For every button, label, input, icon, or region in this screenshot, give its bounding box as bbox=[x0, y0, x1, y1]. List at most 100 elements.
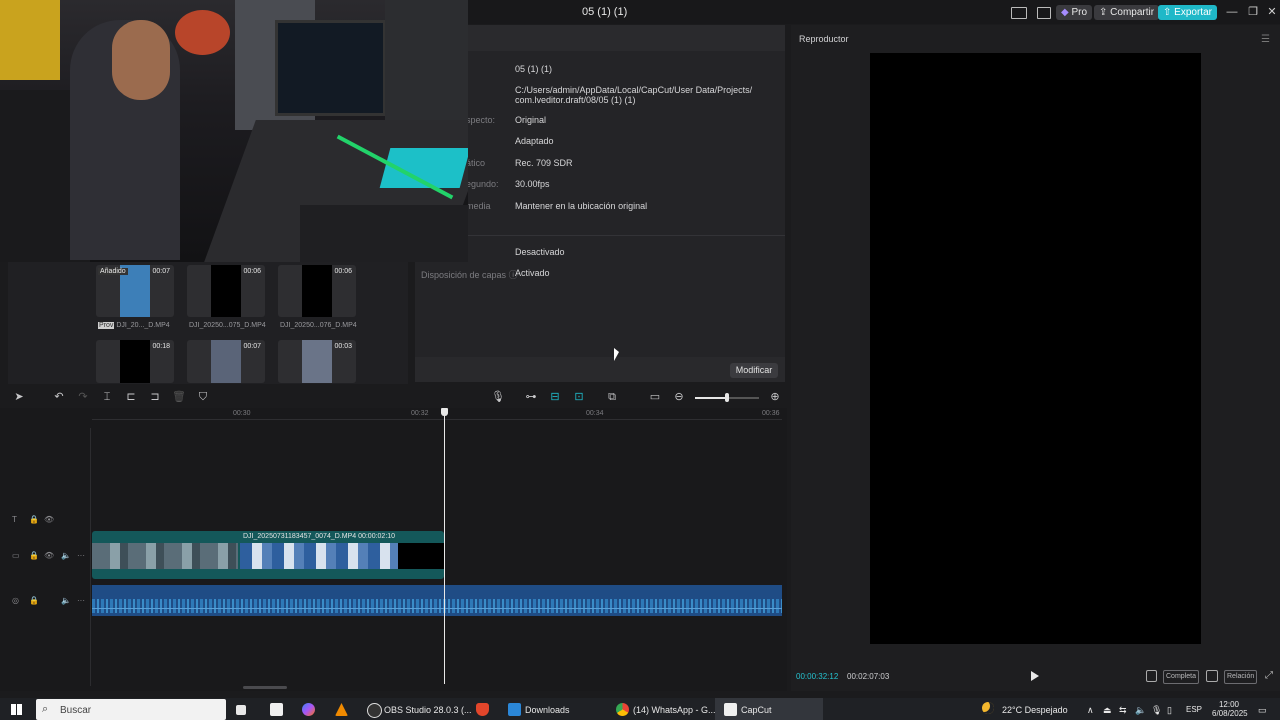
share-button[interactable]: ⇪ Compartir bbox=[1094, 5, 1160, 20]
chrome-icon[interactable] bbox=[616, 703, 629, 716]
minimize-button[interactable]: — bbox=[1224, 4, 1240, 20]
clock[interactable]: 12:00 6/08/2025 bbox=[1212, 700, 1248, 718]
trim-right-icon[interactable]: ⊐ bbox=[148, 390, 162, 404]
download-icon[interactable] bbox=[508, 703, 521, 716]
split-icon[interactable]: ⌶ bbox=[100, 390, 114, 404]
audio-track-icon: ◎ bbox=[12, 596, 19, 605]
chevron-up-icon[interactable]: ∧ bbox=[1087, 705, 1094, 716]
detail-path-1: C:/Users/admin/AppData/Local/CapCut/User… bbox=[515, 85, 753, 95]
thumb-preview bbox=[211, 265, 241, 317]
network-icon[interactable]: ⇆ bbox=[1119, 705, 1127, 716]
edit-frame-icon[interactable] bbox=[1146, 670, 1157, 682]
task-view-icon[interactable] bbox=[236, 705, 246, 715]
copilot-icon[interactable] bbox=[302, 703, 315, 716]
zoom-out-icon[interactable]: ⊖ bbox=[672, 390, 686, 404]
export-button[interactable]: ⇧ Exportar bbox=[1158, 5, 1217, 20]
layout-icon[interactable] bbox=[1011, 7, 1027, 19]
tick-label: 00:32 bbox=[411, 410, 429, 417]
clip-frames-3 bbox=[398, 543, 444, 569]
taskbar-app-obs[interactable]: OBS Studio 28.0.3 (... bbox=[384, 705, 472, 715]
brave-icon[interactable] bbox=[476, 703, 489, 716]
tick-label: 00:36 bbox=[762, 410, 780, 417]
audio-waveform[interactable] bbox=[92, 585, 782, 616]
eye-icon[interactable]: 👁 bbox=[44, 551, 54, 560]
lock-icon[interactable]: 🔒 bbox=[29, 515, 39, 524]
battery-icon[interactable]: ▯ bbox=[1167, 705, 1172, 716]
restore-button[interactable]: ❐ bbox=[1245, 4, 1261, 20]
taskbar-app-whatsapp[interactable]: (14) WhatsApp - G... bbox=[633, 705, 716, 715]
undo-icon[interactable]: ↶ bbox=[52, 390, 66, 404]
close-button[interactable]: ✕ bbox=[1264, 4, 1280, 20]
detail-color-space: Rec. 709 SDR bbox=[515, 158, 573, 168]
obs-icon[interactable] bbox=[367, 703, 382, 718]
menu-icon[interactable]: ☰ bbox=[1261, 34, 1270, 45]
clip-frames-2 bbox=[240, 543, 398, 569]
media-name-1: Prov DJI_20..._D.MP4 bbox=[98, 322, 170, 329]
proxy-tag: Prov bbox=[98, 322, 115, 329]
playhead-handle[interactable] bbox=[441, 408, 448, 416]
media-thumb-4[interactable]: 00:18 bbox=[96, 340, 174, 383]
select-arrow-icon[interactable]: ➤ bbox=[12, 390, 26, 404]
windows-start-icon[interactable] bbox=[11, 704, 22, 715]
media-thumb-2[interactable]: 00:06 bbox=[187, 265, 265, 317]
fullscreen-icon[interactable]: ⤢ bbox=[1265, 670, 1273, 681]
pro-button[interactable]: ◆ Pro bbox=[1056, 5, 1093, 20]
zoom-frame-icon[interactable] bbox=[1206, 670, 1218, 682]
media-thumb-3[interactable]: 00:06 bbox=[278, 265, 356, 317]
playhead[interactable] bbox=[444, 409, 445, 684]
detail-label-aspect: specto: bbox=[466, 115, 496, 125]
webcam-overlay bbox=[0, 0, 468, 262]
shortcut-icon[interactable] bbox=[1037, 7, 1051, 19]
taskbar-app-capcut[interactable]: CapCut bbox=[741, 705, 772, 715]
redo-icon[interactable]: ↷ bbox=[76, 390, 90, 404]
thumb-preview bbox=[211, 340, 241, 383]
share-label: Compartir bbox=[1110, 7, 1155, 18]
timeline-toolbar bbox=[0, 386, 787, 408]
thumb-preview bbox=[302, 265, 332, 317]
delete-icon[interactable]: 🗑 bbox=[172, 390, 186, 404]
project-title: 05 (1) (1) bbox=[582, 6, 628, 18]
volume-icon[interactable]: 🔈 bbox=[61, 596, 71, 605]
weather-text[interactable]: 22°C Despejado bbox=[1002, 705, 1068, 715]
zoom-slider-handle[interactable] bbox=[725, 393, 729, 402]
more-icon[interactable]: ··· bbox=[77, 551, 85, 560]
language-indicator[interactable]: ESP bbox=[1186, 705, 1202, 714]
caption-icon[interactable]: ▭ bbox=[648, 390, 662, 404]
lock-icon[interactable]: 🔒 bbox=[29, 596, 39, 605]
eye-icon[interactable]: 👁 bbox=[44, 515, 54, 524]
details-divider bbox=[415, 235, 785, 236]
more-icon[interactable]: ··· bbox=[77, 596, 85, 605]
link-icon[interactable]: ⊶ bbox=[524, 390, 538, 404]
waveform-bars bbox=[92, 599, 782, 613]
zoom-in-icon[interactable]: ⊕ bbox=[768, 390, 782, 404]
track-header-divider bbox=[90, 428, 91, 686]
media-thumb-5[interactable]: 00:07 bbox=[187, 340, 265, 383]
trim-left-icon[interactable]: ⊏ bbox=[124, 390, 138, 404]
mic-icon[interactable]: 🎙 bbox=[1151, 705, 1162, 716]
notification-icon[interactable]: ▭ bbox=[1258, 705, 1267, 716]
lock-icon[interactable]: 🔒 bbox=[29, 551, 39, 560]
capcut-icon[interactable] bbox=[724, 703, 737, 716]
ratio-button[interactable]: Relación bbox=[1224, 670, 1258, 684]
taskbar-app-downloads[interactable]: Downloads bbox=[525, 705, 570, 715]
usb-icon[interactable]: ⏏ bbox=[1103, 705, 1112, 716]
capcut-tray-icon[interactable] bbox=[270, 703, 283, 716]
timeline-scrollbar[interactable] bbox=[243, 686, 287, 689]
detail-name: 05 (1) (1) bbox=[515, 64, 553, 74]
play-icon[interactable] bbox=[1031, 671, 1039, 681]
media-thumb-6[interactable]: 00:03 bbox=[278, 340, 356, 383]
microphone-icon[interactable]: 🎙 bbox=[491, 390, 505, 404]
audio-toggle-icon[interactable]: 🔈 bbox=[61, 551, 71, 560]
snap-icon[interactable]: ⊡ bbox=[572, 390, 586, 404]
magnet-icon[interactable]: ⊟ bbox=[548, 390, 562, 404]
video-track-icon: ▭ bbox=[12, 551, 20, 560]
preview-axis-icon[interactable]: ⧉ bbox=[605, 390, 619, 404]
modify-button[interactable]: Modificar bbox=[730, 363, 778, 378]
complete-button[interactable]: Completa bbox=[1163, 670, 1199, 684]
shield-icon[interactable]: ⛉ bbox=[196, 390, 210, 404]
speaker-icon[interactable]: 🔈 bbox=[1135, 705, 1146, 716]
thumb-preview bbox=[302, 340, 332, 383]
detail-label-color: ático bbox=[466, 158, 486, 168]
added-badge: Añadido bbox=[98, 268, 128, 275]
media-thumb-1[interactable]: Añadido 00:07 bbox=[96, 265, 174, 317]
